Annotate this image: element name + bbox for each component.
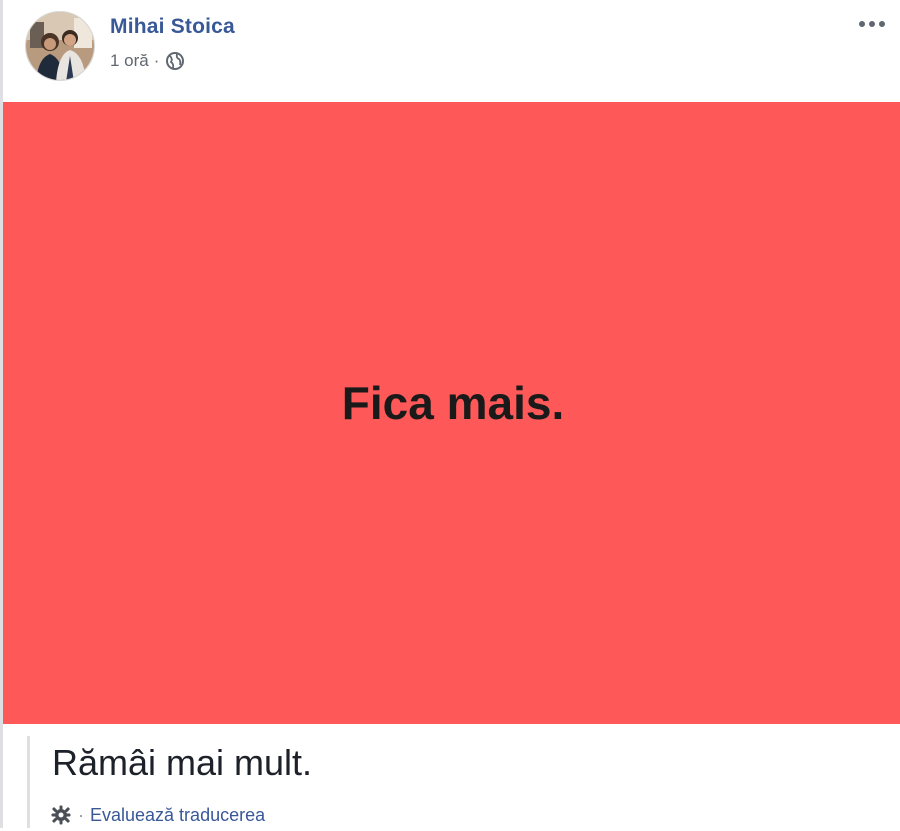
- translation-footer: · Evaluează traducerea: [50, 804, 265, 826]
- author-avatar[interactable]: [25, 11, 95, 81]
- post-meta: 1 oră ·: [110, 51, 185, 71]
- post-media-image[interactable]: Fica mais.: [3, 102, 900, 724]
- globe-icon[interactable]: [165, 51, 185, 71]
- ellipsis-dot: [879, 21, 885, 27]
- ellipsis-dot: [869, 21, 875, 27]
- media-caption-text: Fica mais.: [341, 377, 565, 429]
- feed-post: Mihai Stoica 1 oră · Fica mais. Rămâi ma…: [0, 0, 900, 828]
- translated-text: Rămâi mai mult.: [52, 742, 313, 783]
- footer-separator: ·: [78, 804, 84, 825]
- translation-block: Rămâi mai mult. · Evaluează traducerea: [27, 736, 900, 828]
- avatar-photo: [26, 12, 94, 80]
- meta-separator: ·: [153, 51, 160, 70]
- rate-translation-link[interactable]: Evaluează traducerea: [90, 805, 265, 826]
- ellipsis-icon[interactable]: [855, 12, 889, 36]
- author-name[interactable]: Mihai Stoica: [110, 15, 235, 39]
- post-header: Mihai Stoica 1 oră ·: [3, 0, 900, 102]
- post-timestamp[interactable]: 1 oră: [110, 51, 149, 71]
- gear-icon[interactable]: [50, 804, 72, 826]
- ellipsis-dot: [859, 21, 865, 27]
